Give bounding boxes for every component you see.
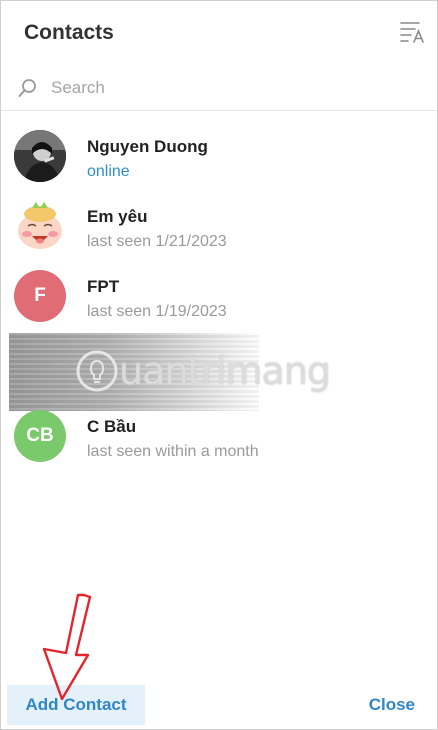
avatar xyxy=(14,130,66,182)
close-button[interactable]: Close xyxy=(367,685,417,725)
contact-status: last seen 1/21/2023 xyxy=(87,233,227,250)
contact-list: Nguyen Duong online Em yêu last seen 1/2 xyxy=(1,121,437,471)
lightbulb-icon xyxy=(75,349,119,393)
contact-row-c-bau[interactable]: CB C Bầu last seen within a month xyxy=(1,401,437,471)
avatar: F xyxy=(14,270,66,322)
dialog-footer: Add Contact Close xyxy=(1,681,437,729)
contact-name: FPT xyxy=(87,277,120,296)
contact-status: online xyxy=(87,163,130,180)
contact-name: Em yêu xyxy=(87,207,148,226)
contact-name: C Bầu xyxy=(87,417,137,436)
search-bar xyxy=(1,65,437,111)
add-contact-button[interactable]: Add Contact xyxy=(7,685,145,725)
watermark-overlay: uantrimang xyxy=(1,331,437,411)
search-input[interactable] xyxy=(51,73,421,103)
dialog-header: Contacts xyxy=(1,1,437,65)
contact-status: last seen within a month xyxy=(87,443,259,460)
contact-row-fpt[interactable]: F FPT last seen 1/19/2023 xyxy=(1,261,437,331)
contact-status: last seen 1/19/2023 xyxy=(87,303,227,320)
search-icon xyxy=(17,77,39,99)
watermark-text: uantrimang xyxy=(119,349,331,393)
sort-alpha-icon[interactable] xyxy=(399,19,427,45)
contact-row-em-yeu[interactable]: Em yêu last seen 1/21/2023 xyxy=(1,191,437,261)
contact-row-nguyen-duong[interactable]: Nguyen Duong online xyxy=(1,121,437,191)
avatar: CB xyxy=(14,410,66,462)
contacts-dialog: Contacts Search Nguyen Duong online Em y… xyxy=(0,0,438,730)
avatar xyxy=(14,200,66,252)
contact-name: Nguyen Duong xyxy=(87,137,208,156)
dialog-title: Contacts xyxy=(24,21,114,44)
